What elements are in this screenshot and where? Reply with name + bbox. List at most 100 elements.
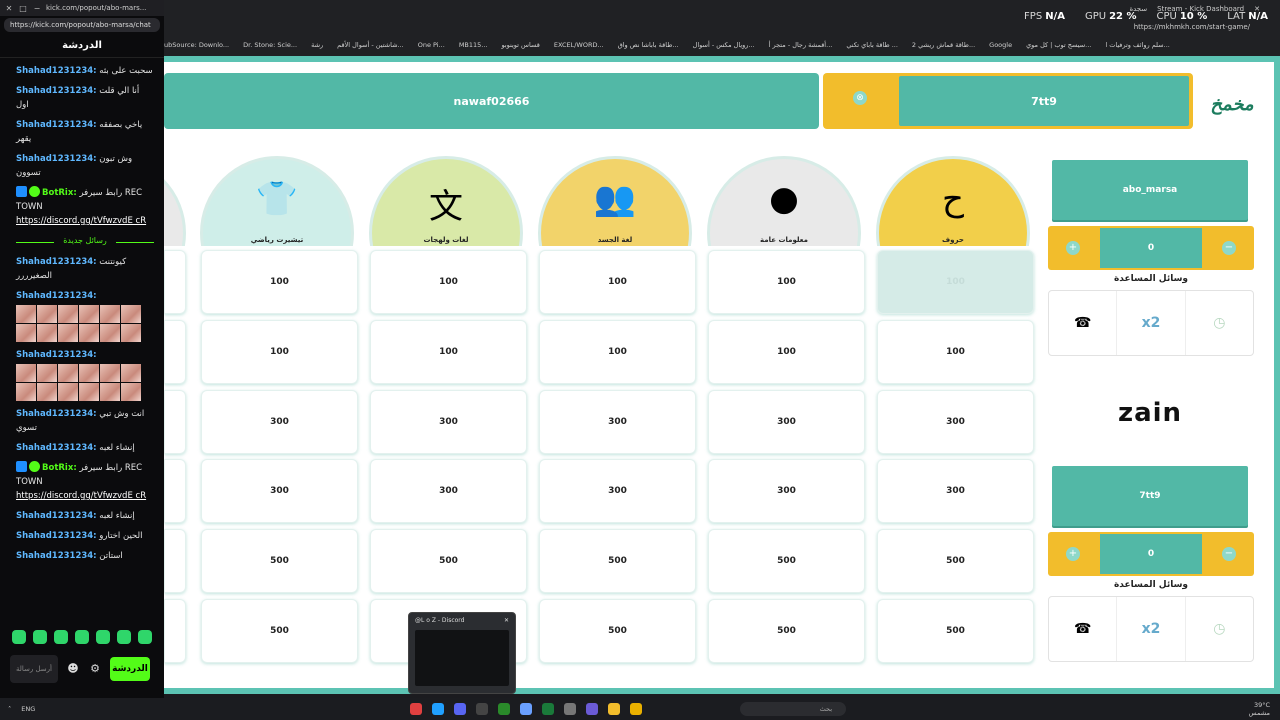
app-icon[interactable]: [542, 703, 554, 715]
category-4[interactable]: ● معلومات عامة: [704, 154, 864, 246]
chat-username[interactable]: Shahad1231234:: [16, 511, 97, 521]
plus-icon[interactable]: +: [1066, 241, 1080, 255]
question-cell[interactable]: 300: [201, 459, 358, 523]
chat-username[interactable]: Shahad1231234:: [16, 443, 97, 453]
bookmark-item[interactable]: EXCEL/WORD...: [554, 41, 604, 49]
chat-address-bar[interactable]: https://kick.com/popout/abo-marsa/chat: [4, 18, 160, 32]
question-cell[interactable]: 500: [539, 599, 696, 663]
question-cell[interactable]: 100: [370, 320, 527, 384]
phone-friend-icon[interactable]: ☎: [1049, 291, 1118, 355]
chat-username[interactable]: Shahad1231234:: [16, 409, 97, 419]
discord-taskbar-preview[interactable]: @L o Z - Discord ✕: [408, 612, 516, 694]
chevron-up-icon[interactable]: ˄: [8, 705, 11, 713]
category-2[interactable]: 文 لغات ولهجات: [366, 154, 526, 246]
timer-icon[interactable]: ◷: [1186, 597, 1253, 661]
chat-username[interactable]: Shahad1231234:: [16, 531, 97, 541]
category-3[interactable]: 👥 لغة الجسد: [535, 154, 695, 246]
question-cell-partial[interactable]: [164, 529, 186, 593]
discord-link[interactable]: https://discord.gg/tVfwzvdE cR: [16, 491, 146, 501]
emote-icon[interactable]: [117, 630, 131, 644]
browser-icon[interactable]: [432, 703, 444, 715]
gear-icon[interactable]: ⚙: [88, 662, 102, 676]
question-cell-partial[interactable]: [164, 459, 186, 523]
app-icon[interactable]: [564, 703, 576, 715]
emote-icon[interactable]: [12, 630, 26, 644]
bookmark-item[interactable]: Google: [989, 41, 1012, 49]
emote-icon[interactable]: [33, 630, 47, 644]
send-chat-button[interactable]: الدردشة: [110, 657, 150, 681]
close-icon[interactable]: ✕: [4, 4, 14, 13]
bookmark-item[interactable]: Dr. Stone: Scie...: [243, 41, 297, 49]
emote-icon[interactable]: [75, 630, 89, 644]
question-cell[interactable]: 100: [201, 250, 358, 314]
question-cell[interactable]: 500: [370, 529, 527, 593]
bookmark-item[interactable]: أقمشة رجال - متجر أ...: [769, 41, 833, 49]
bookmark-item[interactable]: قساس توينوبو: [502, 41, 540, 49]
question-cell[interactable]: 300: [877, 459, 1034, 523]
xbox-icon[interactable]: [498, 703, 510, 715]
weather-widget[interactable]: 39°C مشمس: [1249, 701, 1270, 717]
chat-username[interactable]: Shahad1231234:: [16, 66, 97, 76]
question-cell[interactable]: 100: [370, 250, 527, 314]
bookmark-item[interactable]: طاقة باباي تكني ...: [846, 41, 898, 49]
chrome-icon[interactable]: [630, 703, 642, 715]
question-cell[interactable]: 300: [539, 390, 696, 454]
bookmark-item[interactable]: رويال مكس - أسوال...: [693, 41, 755, 49]
discord-icon[interactable]: [454, 703, 466, 715]
bookmark-item[interactable]: ubSource: Downlo...: [164, 41, 229, 49]
discord-link[interactable]: https://discord.gg/tVfwzvdE cR: [16, 216, 146, 226]
app-icon[interactable]: [410, 703, 422, 715]
question-cell[interactable]: 300: [370, 459, 527, 523]
question-cell[interactable]: 500: [708, 529, 865, 593]
question-cell[interactable]: 500: [708, 599, 865, 663]
site-logo[interactable]: مخمخ: [1204, 88, 1260, 122]
double-points-icon[interactable]: x2: [1117, 597, 1186, 661]
question-cell[interactable]: 500: [539, 529, 696, 593]
question-cell[interactable]: 300: [708, 390, 865, 454]
chat-username[interactable]: Shahad1231234:: [16, 86, 97, 96]
phone-friend-icon[interactable]: ☎: [1049, 597, 1118, 661]
chat-input[interactable]: أرسل رسالة: [10, 655, 58, 683]
language-indicator[interactable]: ENG: [21, 705, 35, 713]
question-cell[interactable]: 100: [539, 320, 696, 384]
question-cell[interactable]: 100: [708, 320, 865, 384]
emote-icon[interactable]: [54, 630, 68, 644]
plus-icon[interactable]: +: [1066, 547, 1080, 561]
question-cell[interactable]: 100: [877, 250, 1034, 314]
timer-icon[interactable]: ◷: [1186, 291, 1253, 355]
bookmark-item[interactable]: رشة: [311, 41, 323, 49]
minimize-icon[interactable]: −: [32, 4, 42, 13]
bookmark-item[interactable]: MB115...: [459, 41, 488, 49]
folder-icon[interactable]: [608, 703, 620, 715]
app-icon[interactable]: [476, 703, 488, 715]
chat-username[interactable]: Shahad1231234:: [16, 154, 97, 164]
emote-icon[interactable]: [96, 630, 110, 644]
question-cell[interactable]: 500: [201, 529, 358, 593]
bookmark-item[interactable]: سلم روائف وترفيات ا...: [1105, 41, 1169, 49]
question-cell[interactable]: 500: [877, 529, 1034, 593]
question-cell[interactable]: 300: [201, 390, 358, 454]
app-icon[interactable]: [520, 703, 532, 715]
emoji-icon[interactable]: ☻: [66, 662, 80, 676]
category-1[interactable]: 👕 تيشيرت رياضي: [197, 154, 357, 246]
maximize-icon[interactable]: □: [18, 4, 28, 13]
question-cell[interactable]: 300: [877, 390, 1034, 454]
question-cell[interactable]: 300: [370, 390, 527, 454]
minus-icon[interactable]: −: [1222, 241, 1236, 255]
bookmark-item[interactable]: سيسج توب | كل موي...: [1026, 41, 1091, 49]
bookmark-item[interactable]: One Pi...: [418, 41, 445, 49]
category-5[interactable]: ح حروف: [873, 154, 1033, 246]
question-cell[interactable]: 100: [201, 320, 358, 384]
chat-username[interactable]: Shahad1231234:: [16, 551, 97, 561]
taskbar-search[interactable]: بحث: [740, 702, 846, 716]
question-cell-partial[interactable]: [164, 320, 186, 384]
question-cell[interactable]: 100: [539, 250, 696, 314]
question-cell[interactable]: 300: [539, 459, 696, 523]
bookmark-item[interactable]: طاقة قماش ريشي 2...: [912, 41, 975, 49]
question-cell-partial[interactable]: [164, 390, 186, 454]
question-cell[interactable]: 100: [877, 320, 1034, 384]
double-points-icon[interactable]: x2: [1117, 291, 1186, 355]
question-cell[interactable]: 500: [877, 599, 1034, 663]
question-cell-partial[interactable]: [164, 599, 186, 663]
emote-icon[interactable]: [138, 630, 152, 644]
